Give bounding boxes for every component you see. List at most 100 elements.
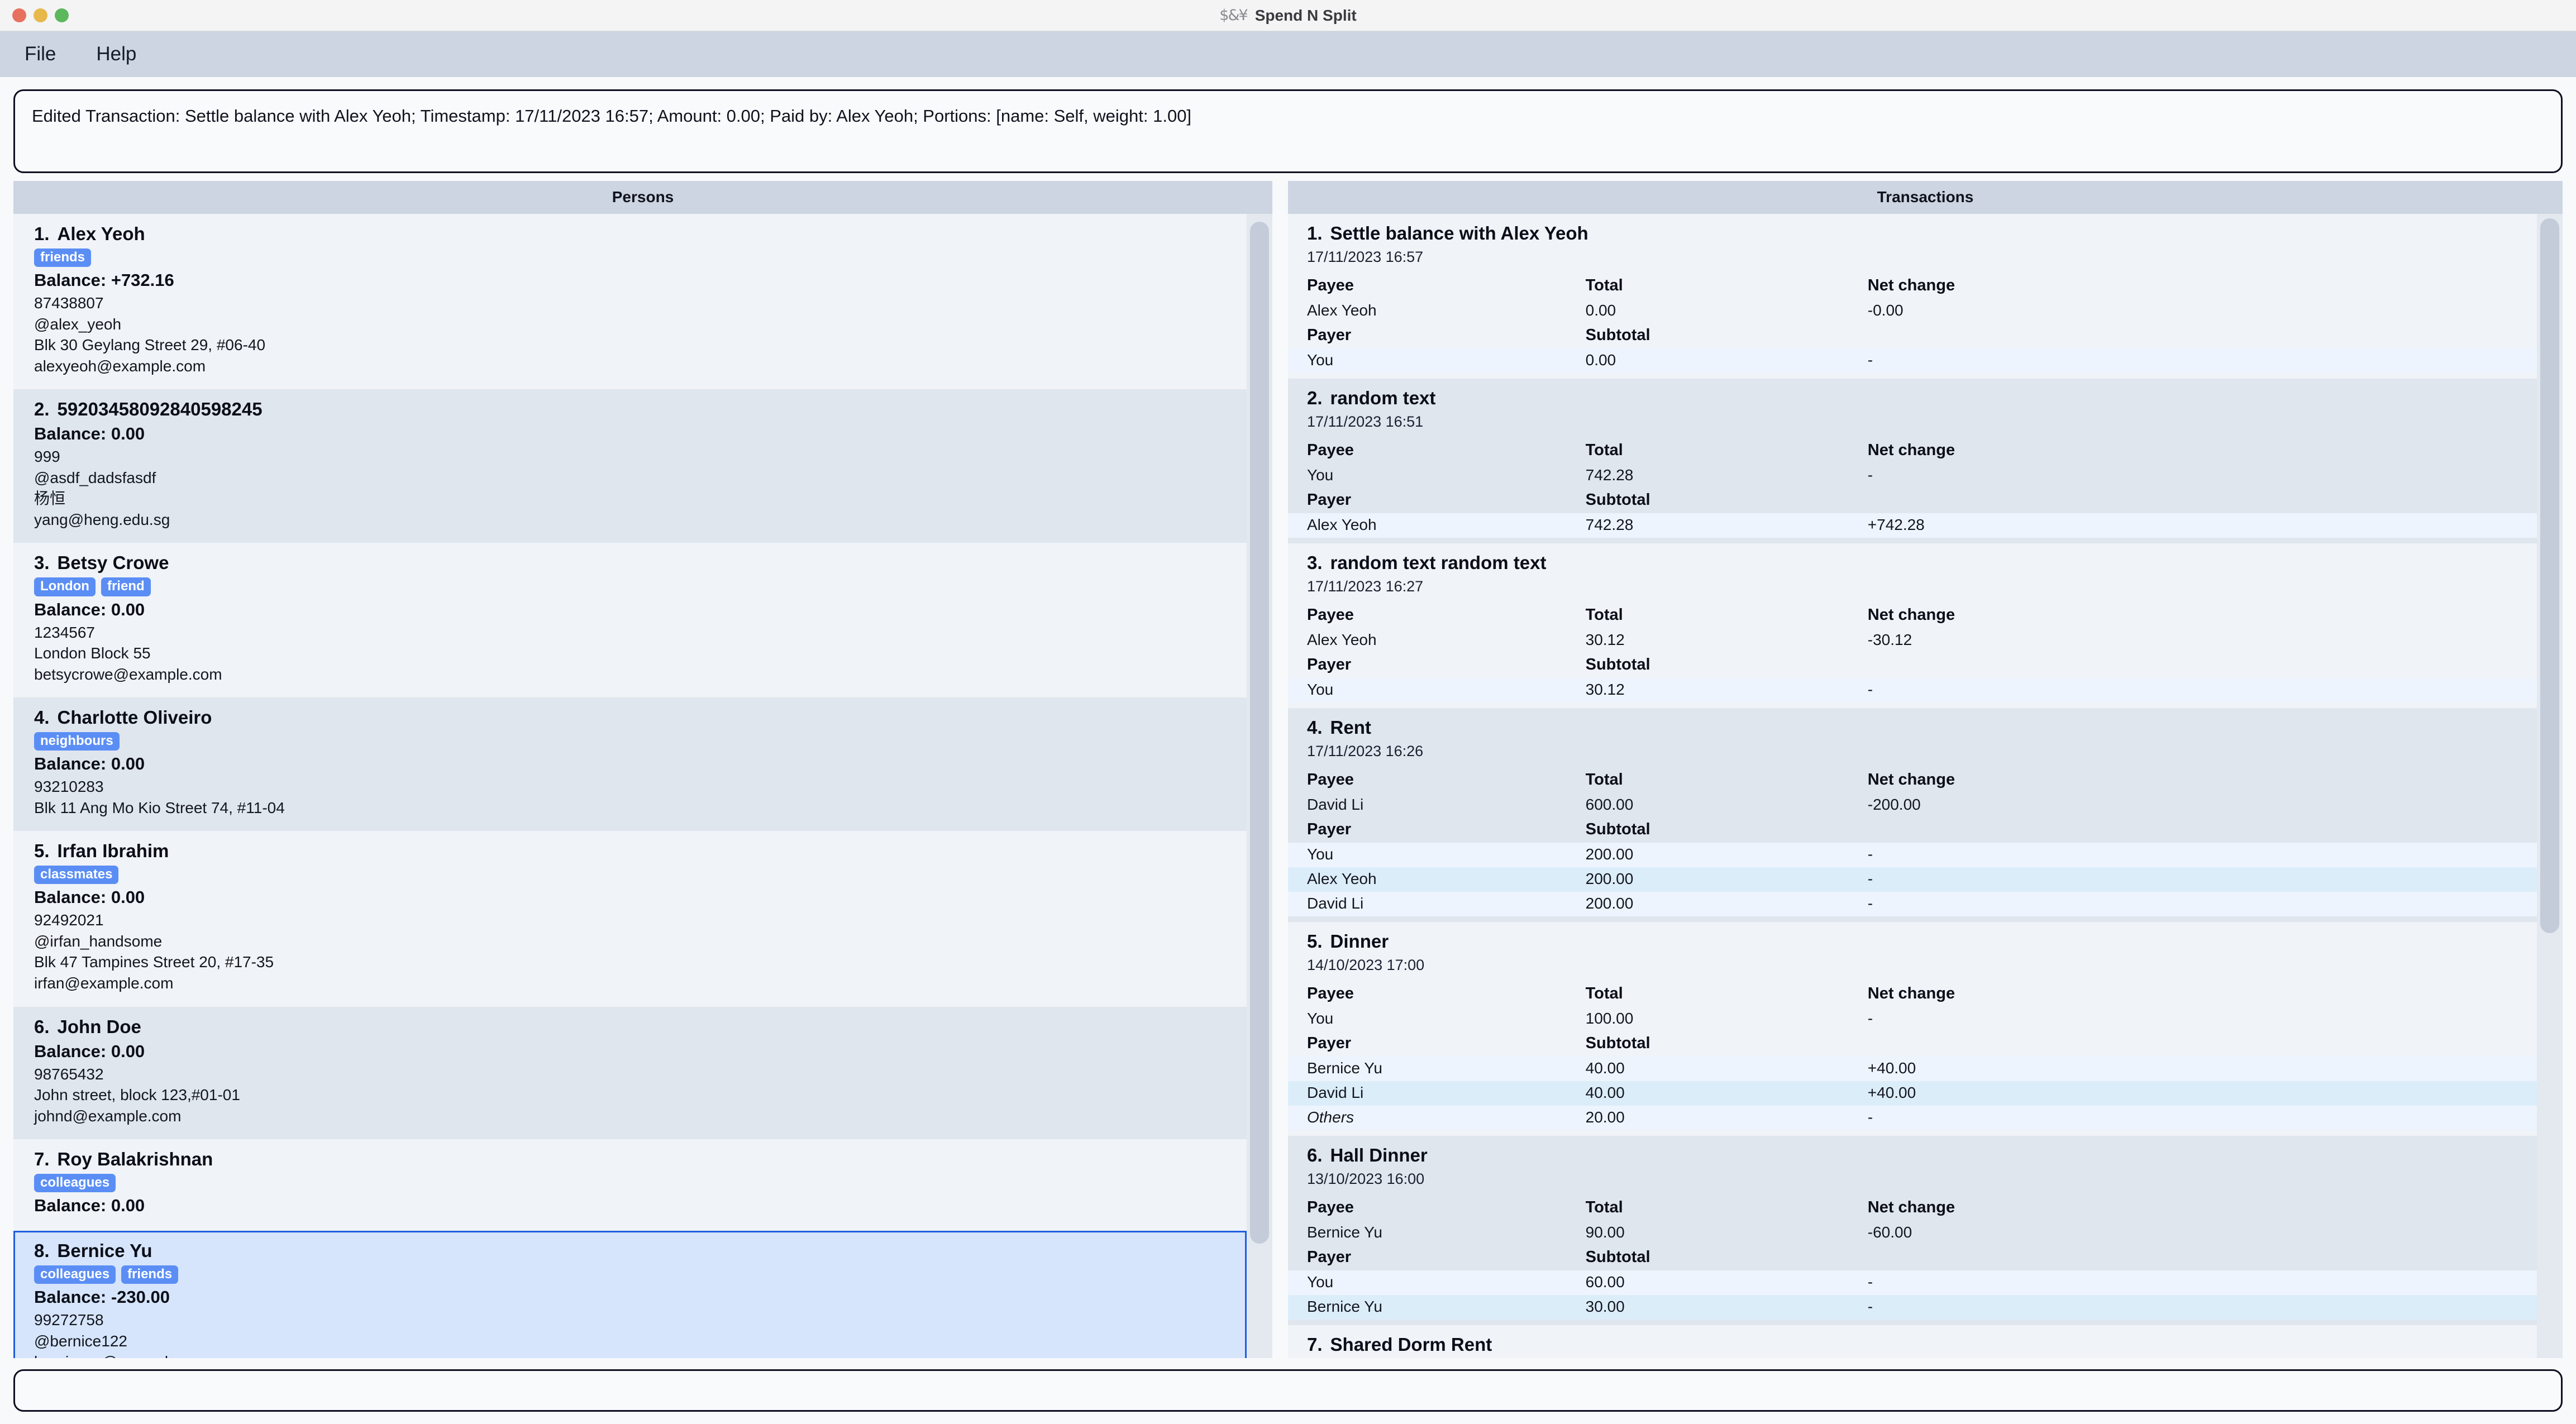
transaction-card[interactable]: 6.Hall Dinner13/10/2023 16:00PayeeTotalN… — [1288, 1136, 2537, 1325]
persons-scrollbar-thumb[interactable] — [1250, 222, 1269, 1244]
transactions-scrollbar[interactable] — [2537, 214, 2563, 1358]
transaction-title-text: Hall Dinner — [1330, 1145, 1428, 1165]
column-header-net: Net change — [1868, 985, 2518, 1003]
transaction-row[interactable]: You30.12- — [1288, 678, 2537, 703]
transaction-title-text: Dinner — [1330, 931, 1389, 952]
row-amount: 200.00 — [1586, 845, 1868, 863]
row-amount: 100.00 — [1586, 1010, 1868, 1028]
transaction-row[interactable]: Alex Yeoh200.00- — [1288, 867, 2537, 892]
persons-scrollbar[interactable] — [1247, 214, 1272, 1358]
transactions-list[interactable]: 1.Settle balance with Alex Yeoh17/11/202… — [1288, 214, 2563, 1358]
column-header-net: Net change — [1868, 441, 2518, 460]
transaction-row[interactable]: You742.28- — [1288, 463, 2537, 488]
person-card[interactable]: 1.Alex YeohfriendsBalance: +732.16874388… — [13, 214, 1247, 389]
transaction-title-text: Rent — [1330, 717, 1371, 738]
minimize-button[interactable] — [34, 8, 47, 22]
persons-list[interactable]: 1.Alex YeohfriendsBalance: +732.16874388… — [13, 214, 1272, 1358]
row-net-change: - — [1868, 681, 2518, 699]
column-header-net: Net change — [1868, 1198, 2518, 1217]
transaction-row[interactable]: You60.00- — [1288, 1270, 2537, 1295]
transaction-row[interactable]: You200.00- — [1288, 843, 2537, 867]
row-net-change: - — [1868, 1273, 2518, 1291]
command-input[interactable] — [13, 1369, 2563, 1412]
menu-item-help[interactable]: Help — [93, 41, 140, 68]
transaction-timestamp: 14/10/2023 17:00 — [1288, 957, 2537, 974]
row-amount: 90.00 — [1586, 1224, 1868, 1241]
transaction-row[interactable]: Others20.00- — [1288, 1106, 2537, 1130]
transaction-row[interactable]: Bernice Yu40.00+40.00 — [1288, 1057, 2537, 1081]
column-header-amount: Subtotal — [1586, 326, 1868, 345]
person-card[interactable]: 2.59203458092840598245Balance: 0.00999@a… — [13, 389, 1247, 543]
column-header-name: Payer — [1307, 656, 1586, 674]
row-person-name: Alex Yeoh — [1307, 516, 1586, 534]
row-amount: 742.28 — [1586, 516, 1868, 534]
row-person-name: You — [1307, 351, 1586, 369]
transaction-row[interactable]: Bernice Yu30.00- — [1288, 1295, 2537, 1320]
row-net-change: +40.00 — [1868, 1059, 2518, 1077]
transactions-scrollbar-thumb[interactable] — [2540, 218, 2559, 933]
transaction-card[interactable]: 5.Dinner14/10/2023 17:00PayeeTotalNet ch… — [1288, 922, 2537, 1136]
person-tag-list: neighbours — [34, 732, 1226, 751]
transaction-row[interactable]: David Li200.00- — [1288, 892, 2537, 916]
transaction-card[interactable]: 2.random text17/11/2023 16:51PayeeTotalN… — [1288, 379, 2537, 543]
column-header-name: Payer — [1307, 1034, 1586, 1053]
transactions-list-body: 1.Settle balance with Alex Yeoh17/11/202… — [1288, 214, 2563, 1358]
row-net-change: - — [1868, 895, 2518, 912]
transaction-row[interactable]: Alex Yeoh0.00-0.00 — [1288, 299, 2537, 323]
row-person-name: David Li — [1307, 796, 1586, 814]
transaction-title: 3.random text random text — [1288, 552, 2537, 574]
person-email: yang@heng.edu.sg — [34, 509, 1226, 531]
transaction-row[interactable]: David Li40.00+40.00 — [1288, 1081, 2537, 1106]
command-input-wrap — [0, 1358, 2576, 1424]
transaction-title-text: random text — [1330, 388, 1436, 408]
column-header-amount: Subtotal — [1586, 656, 1868, 674]
person-tag-list: Londonfriend — [34, 577, 1226, 596]
person-index: 1. — [34, 223, 50, 244]
transaction-title: 5.Dinner — [1288, 931, 2537, 952]
transaction-row[interactable]: You100.00- — [1288, 1007, 2537, 1031]
transaction-row[interactable]: David Li600.00-200.00 — [1288, 793, 2537, 818]
row-net-change: - — [1868, 870, 2518, 888]
transaction-title: 6.Hall Dinner — [1288, 1145, 2537, 1166]
persons-pane-header: Persons — [13, 181, 1272, 214]
transaction-row[interactable]: Bernice Yu90.00-60.00 — [1288, 1221, 2537, 1245]
person-card[interactable]: 5.Irfan IbrahimclassmatesBalance: 0.0092… — [13, 831, 1247, 1006]
transaction-title: 2.random text — [1288, 388, 2537, 409]
person-card[interactable]: 3.Betsy CroweLondonfriendBalance: 0.0012… — [13, 543, 1247, 697]
person-card[interactable]: 6.John DoeBalance: 0.0098765432John stre… — [13, 1007, 1247, 1140]
result-display: Edited Transaction: Settle balance with … — [13, 89, 2563, 173]
person-name: 6.John Doe — [34, 1016, 1226, 1038]
transaction-card[interactable]: 4.Rent17/11/2023 16:26PayeeTotalNet chan… — [1288, 708, 2537, 922]
close-button[interactable] — [12, 8, 26, 22]
transaction-card[interactable]: 3.random text random text17/11/2023 16:2… — [1288, 543, 2537, 708]
title-bar: $&¥ Spend N Split — [0, 0, 2576, 31]
transaction-row[interactable]: Alex Yeoh30.12-30.12 — [1288, 628, 2537, 653]
person-card[interactable]: 4.Charlotte OliveironeighboursBalance: 0… — [13, 697, 1247, 831]
transaction-card[interactable]: 7.Shared Dorm Rent13/10/2023 13:00PayeeT… — [1288, 1325, 2537, 1358]
persons-list-body: 1.Alex YeohfriendsBalance: +732.16874388… — [13, 214, 1272, 1358]
person-handle: @asdf_dadsfasdf — [34, 467, 1226, 489]
person-balance: Balance: 0.00 — [34, 424, 1226, 444]
person-address: 杨恒 — [34, 488, 1226, 509]
row-amount: 60.00 — [1586, 1273, 1868, 1291]
transaction-row[interactable]: Alex Yeoh742.28+742.28 — [1288, 513, 2537, 538]
person-tag: colleagues — [34, 1174, 116, 1192]
menu-item-file[interactable]: File — [21, 41, 59, 68]
maximize-button[interactable] — [55, 8, 69, 22]
transaction-index: 4. — [1307, 717, 1323, 738]
row-amount: 600.00 — [1586, 796, 1868, 814]
transaction-column-header: PayeeTotalNet change — [1288, 603, 2537, 628]
person-card[interactable]: 7.Roy BalakrishnancolleaguesBalance: 0.0… — [13, 1139, 1247, 1231]
transaction-title: 7.Shared Dorm Rent — [1288, 1334, 2537, 1355]
person-balance: Balance: 0.00 — [34, 887, 1226, 907]
person-index: 7. — [34, 1149, 50, 1169]
row-net-change: +40.00 — [1868, 1084, 2518, 1102]
person-card[interactable]: 8.Bernice YucolleaguesfriendsBalance: -2… — [13, 1231, 1247, 1358]
column-header-amount: Total — [1586, 606, 1868, 624]
person-tag: colleagues — [34, 1265, 116, 1284]
transaction-row[interactable]: You0.00- — [1288, 348, 2537, 373]
person-tag: friends — [121, 1265, 178, 1284]
transaction-column-header: PayerSubtotal — [1288, 1245, 2537, 1270]
window-controls[interactable] — [12, 8, 69, 22]
transaction-card[interactable]: 1.Settle balance with Alex Yeoh17/11/202… — [1288, 214, 2537, 379]
